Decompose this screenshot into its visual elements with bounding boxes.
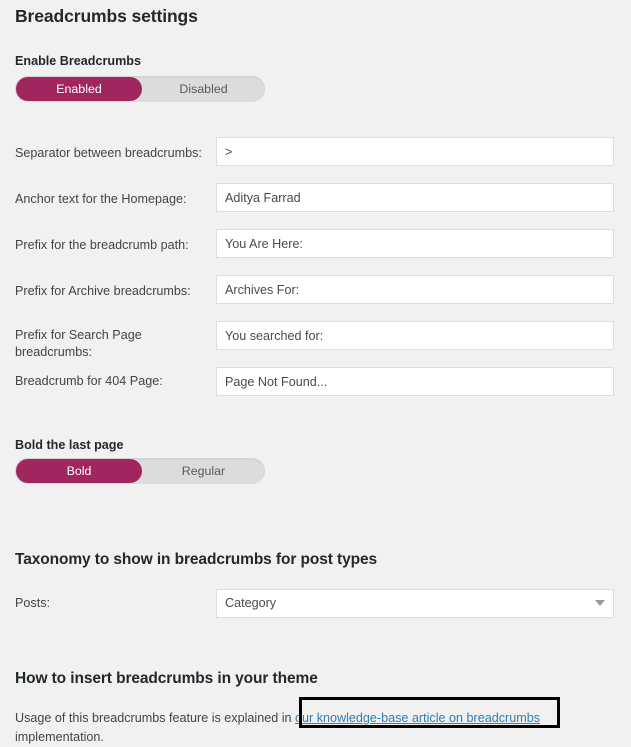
bold-last-page-option-bold[interactable]: Bold	[16, 459, 142, 483]
bold-last-page-option-regular[interactable]: Regular	[143, 458, 264, 484]
enable-breadcrumbs-option-disabled[interactable]: Disabled	[143, 76, 264, 102]
howto-paragraph: Usage of this breadcrumbs feature is exp…	[15, 709, 615, 728]
field-label-path-prefix: Prefix for the breadcrumb path:	[15, 237, 210, 254]
field-label-archive-prefix: Prefix for Archive breadcrumbs:	[15, 283, 210, 300]
page-title: Breadcrumbs settings	[15, 4, 198, 28]
enable-breadcrumbs-label: Enable Breadcrumbs	[15, 53, 141, 69]
field-input-homepage-anchor[interactable]	[216, 183, 614, 212]
taxonomy-posts-select[interactable]: Category	[216, 589, 614, 618]
enable-breadcrumbs-option-enabled[interactable]: Enabled	[16, 77, 142, 101]
field-label-homepage-anchor: Anchor text for the Homepage:	[15, 191, 210, 208]
bold-last-page-label: Bold the last page	[15, 437, 123, 453]
knowledge-base-link[interactable]: our knowledge-base article on breadcrumb…	[295, 711, 540, 725]
field-input-404-breadcrumb[interactable]	[216, 367, 614, 396]
howto-section-heading: How to insert breadcrumbs in your theme	[15, 668, 318, 690]
howto-paragraph-line2: implementation.	[15, 728, 104, 747]
field-input-path-prefix[interactable]	[216, 229, 614, 258]
taxonomy-posts-label: Posts:	[15, 595, 210, 612]
howto-text-before: Usage of this breadcrumbs feature is exp…	[15, 711, 295, 725]
breadcrumbs-settings-page: Breadcrumbs settings Enable Breadcrumbs …	[0, 0, 631, 734]
field-label-search-prefix: Prefix for Search Page breadcrumbs:	[15, 327, 210, 361]
field-input-search-prefix[interactable]	[216, 321, 614, 350]
enable-breadcrumbs-toggle[interactable]: Enabled Disabled	[15, 76, 265, 102]
bold-last-page-toggle[interactable]: Bold Regular	[15, 458, 265, 484]
field-label-404-breadcrumb: Breadcrumb for 404 Page:	[15, 373, 210, 390]
taxonomy-posts-select-wrapper[interactable]: Category	[216, 589, 614, 618]
field-input-archive-prefix[interactable]	[216, 275, 614, 304]
taxonomy-section-heading: Taxonomy to show in breadcrumbs for post…	[15, 549, 377, 571]
field-label-separator: Separator between breadcrumbs:	[15, 145, 210, 162]
field-input-separator[interactable]	[216, 137, 614, 166]
